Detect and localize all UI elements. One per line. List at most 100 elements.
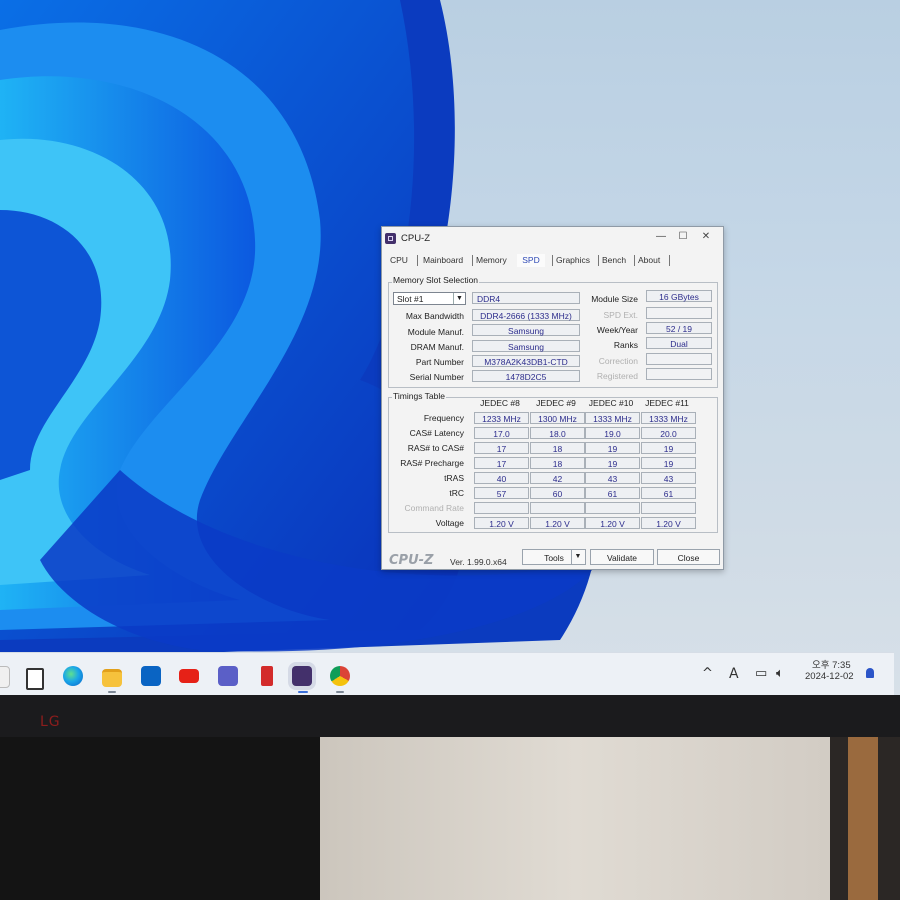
- max-bandwidth-label: Max Bandwidth: [405, 311, 464, 321]
- edge-icon[interactable]: [63, 666, 83, 686]
- title-bar[interactable]: CPU-Z — ☐ ✕: [382, 227, 723, 249]
- timing-row-label: tRAS: [444, 473, 464, 483]
- tab-about[interactable]: About: [638, 254, 668, 267]
- timing-cell: 19: [585, 442, 640, 454]
- outlook-icon[interactable]: [141, 666, 161, 686]
- tab-mainboard[interactable]: Mainboard: [423, 254, 469, 267]
- slot-select-value: Slot #1: [397, 294, 424, 304]
- timing-row-label: Voltage: [435, 518, 464, 528]
- tab-memory[interactable]: Memory: [476, 254, 512, 267]
- week-year-label: Week/Year: [596, 325, 638, 335]
- timing-row-label: tRC: [449, 488, 464, 498]
- timing-cell: 17: [474, 457, 529, 469]
- timing-cell: [641, 502, 696, 514]
- tab-separator: [598, 255, 599, 266]
- serial-number-label: Serial Number: [409, 372, 464, 382]
- timing-row-label: Frequency: [423, 413, 464, 423]
- timings-column-header: JEDEC #9: [536, 398, 576, 408]
- youtube-icon[interactable]: [179, 669, 199, 683]
- timings-group-title: Timings Table: [392, 391, 446, 401]
- clock-time[interactable]: 오후 7:35: [812, 657, 851, 671]
- app-icon[interactable]: [261, 666, 273, 686]
- room-background: [0, 737, 900, 900]
- version-text: Ver. 1.99.0.x64: [450, 557, 507, 567]
- search-icon[interactable]: [26, 668, 44, 690]
- week-year-value: 52 / 19: [646, 322, 712, 334]
- timing-cell: 43: [641, 472, 696, 484]
- timing-cell: 17: [474, 442, 529, 454]
- correction-label: Correction: [598, 356, 638, 366]
- timing-cell: 1333 MHz: [585, 412, 640, 424]
- tab-spd[interactable]: SPD: [517, 254, 545, 267]
- timing-cell: 1233 MHz: [474, 412, 529, 424]
- notification-bell-icon[interactable]: [866, 668, 874, 678]
- registered-label: Registered: [596, 371, 638, 381]
- tab-separator: [669, 255, 670, 266]
- validate-button[interactable]: Validate: [590, 549, 654, 565]
- timing-cell: 18.0: [530, 427, 585, 439]
- clock-date[interactable]: 2024-12-02: [805, 671, 854, 682]
- start-icon[interactable]: [0, 666, 10, 688]
- timing-cell: 42: [530, 472, 585, 484]
- timing-row-label: Command Rate: [404, 503, 464, 513]
- monitor-brand-logo: LG: [40, 714, 61, 730]
- slot-select[interactable]: Slot #1 ▼: [393, 292, 466, 305]
- volume-icon[interactable]: 🔈︎: [776, 666, 784, 681]
- timing-cell: 20.0: [641, 427, 696, 439]
- chevron-down-icon: ▼: [453, 293, 465, 304]
- window-title: CPU-Z: [401, 233, 431, 244]
- minimize-button[interactable]: —: [650, 230, 672, 244]
- tools-button[interactable]: Tools ▼: [522, 549, 586, 565]
- timings-column-header: JEDEC #8: [480, 398, 520, 408]
- ranks-label: Ranks: [613, 340, 638, 350]
- cpu-z-app-icon: [385, 233, 396, 244]
- running-indicator: [336, 691, 344, 693]
- taskbar: ^ A ▭ 🔈︎: [0, 652, 894, 695]
- part-number-label: Part Number: [415, 357, 464, 367]
- timing-cell: 43: [585, 472, 640, 484]
- timing-cell: 40: [474, 472, 529, 484]
- timing-row-label: CAS# Latency: [409, 428, 464, 438]
- cpu-z-window: CPU-Z — ☐ ✕ CPU Mainboard Memory SPD Gra…: [381, 226, 724, 570]
- network-icon[interactable]: ▭: [755, 666, 767, 681]
- module-size-label: Module Size: [591, 294, 638, 304]
- module-size-value: 16 GBytes: [646, 290, 712, 302]
- timing-cell: [585, 502, 640, 514]
- cpu-z-footer-logo: CPU-Z: [389, 553, 434, 568]
- timing-cell: 19: [585, 457, 640, 469]
- timing-cell: 17.0: [474, 427, 529, 439]
- timing-cell: 1.20 V: [585, 517, 640, 529]
- teams-icon[interactable]: [218, 666, 238, 686]
- timing-cell: 18: [530, 457, 585, 469]
- tab-bench[interactable]: Bench: [602, 254, 630, 267]
- timing-row-label: RAS# Precharge: [400, 458, 464, 468]
- close-window-button[interactable]: ✕: [695, 230, 717, 244]
- registered-value: [646, 368, 712, 380]
- timing-cell: 61: [585, 487, 640, 499]
- chrome-icon[interactable]: [330, 666, 350, 686]
- timing-cell: [530, 502, 585, 514]
- maximize-button[interactable]: ☐: [672, 230, 694, 244]
- timing-cell: 60: [530, 487, 585, 499]
- monitor-screen: CPU-Z — ☐ ✕ CPU Mainboard Memory SPD Gra…: [0, 0, 900, 695]
- timing-cell: 19: [641, 457, 696, 469]
- timing-cell: 61: [641, 487, 696, 499]
- monitor-bezel: [0, 695, 900, 737]
- chevron-up-icon[interactable]: ^: [702, 666, 713, 681]
- file-explorer-icon[interactable]: [102, 669, 122, 687]
- timing-cell: 1.20 V: [641, 517, 696, 529]
- close-button[interactable]: Close: [657, 549, 720, 565]
- tab-cpu[interactable]: CPU: [390, 254, 412, 267]
- tools-button-label: Tools: [544, 553, 564, 563]
- spd-ext-value: [646, 307, 712, 319]
- cpu-z-taskbar-icon[interactable]: [292, 666, 312, 686]
- tab-separator: [634, 255, 635, 266]
- spd-ext-label: SPD Ext.: [603, 310, 638, 320]
- ime-indicator[interactable]: A: [729, 666, 739, 682]
- tab-graphics[interactable]: Graphics: [556, 254, 594, 267]
- active-indicator: [298, 691, 308, 693]
- timings-column-header: JEDEC #10: [588, 398, 634, 408]
- timing-cell: [474, 502, 529, 514]
- timing-cell: 1300 MHz: [530, 412, 585, 424]
- chevron-down-icon[interactable]: ▼: [571, 550, 584, 564]
